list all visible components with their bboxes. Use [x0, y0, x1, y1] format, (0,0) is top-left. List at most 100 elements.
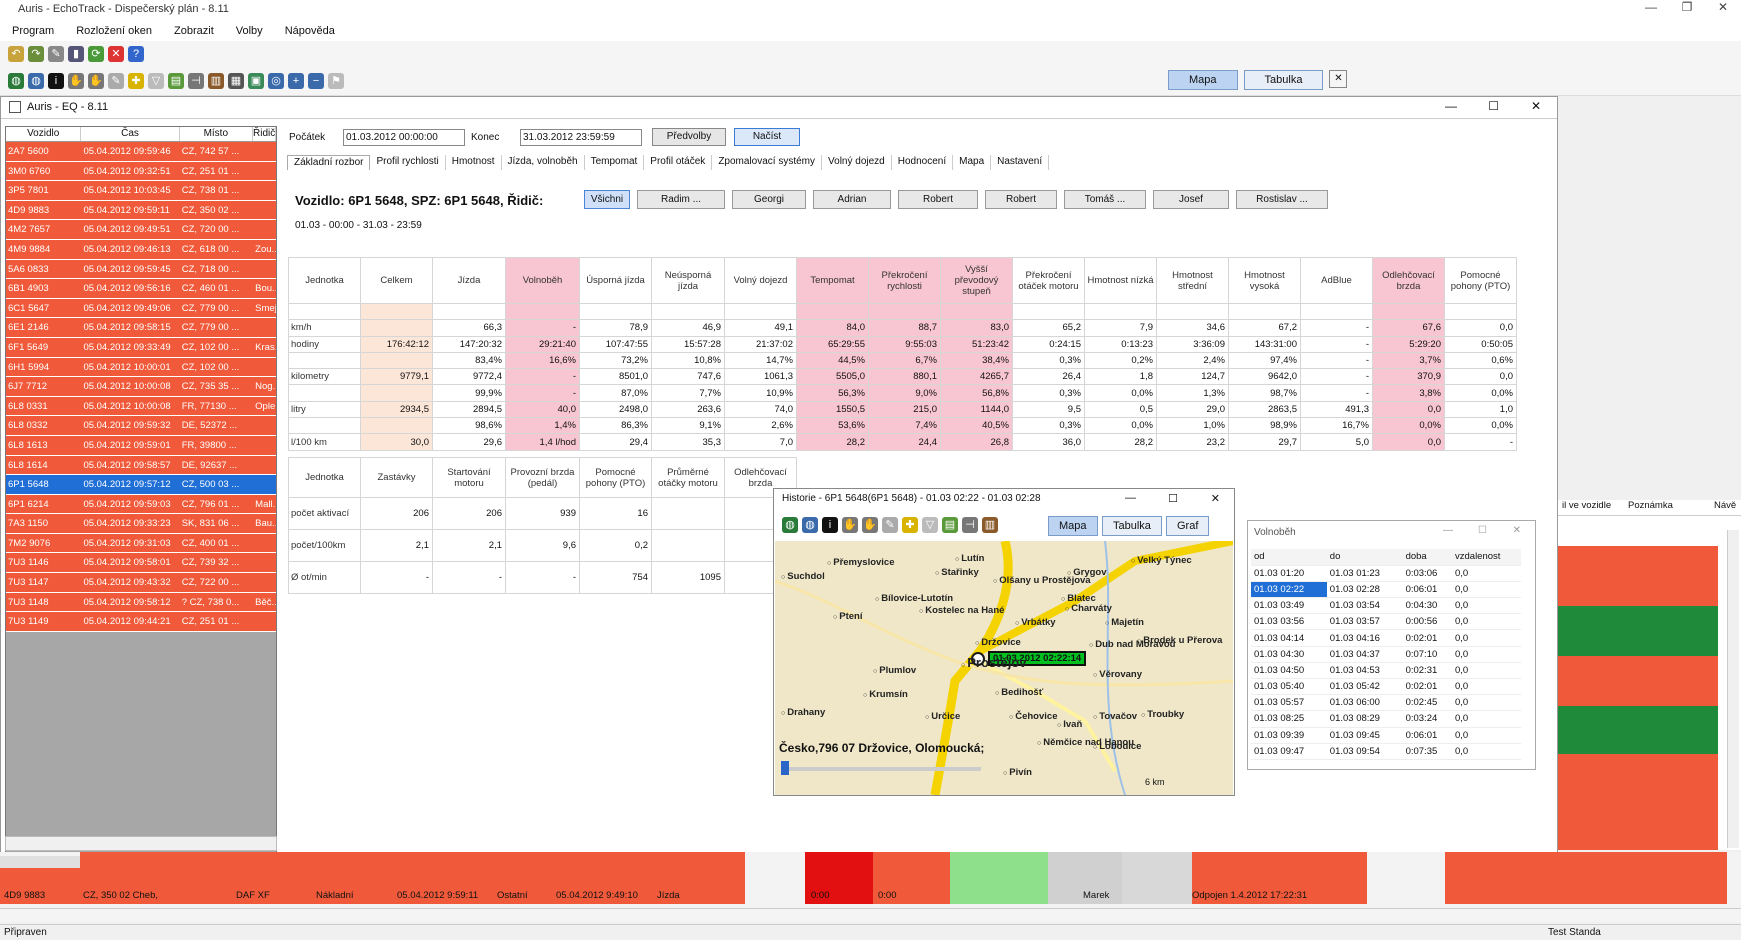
- inner-minimize-icon[interactable]: —: [1445, 99, 1457, 113]
- tab-analysis[interactable]: Základní rozbor: [287, 155, 371, 170]
- table-row[interactable]: 7U3 1146 05.04.2012 09:58:01 CZ, 739 32 ..…: [6, 553, 276, 574]
- idle-row[interactable]: 01.03 08:25 01.03 08:29 0:03:24 0,0: [1251, 710, 1521, 728]
- table-row[interactable]: 4D9 9883 05.04.2012 09:59:11 CZ, 350 02 ..…: [6, 200, 276, 221]
- table-row[interactable]: 6L8 1614 05.04.2012 09:58:57 DE, 92637 ...: [6, 455, 276, 476]
- idle-row[interactable]: 01.03 09:47 01.03 09:54 0:07:35 0,0: [1251, 743, 1521, 760]
- driver-button[interactable]: Robert: [898, 190, 978, 209]
- table-row[interactable]: 7A3 1150 05.04.2012 09:33:23 SK, 831 06 ..…: [6, 514, 276, 534]
- tab-analysis[interactable]: Zpomalovací systémy: [712, 155, 823, 170]
- hand-icon[interactable]: ✋: [68, 72, 84, 89]
- idle-row[interactable]: 01.03 05:57 01.03 06:00 0:02:45 0,0: [1251, 694, 1521, 712]
- inner-close-icon[interactable]: ✕: [1531, 99, 1541, 113]
- info-icon[interactable]: i: [822, 517, 838, 533]
- history-tab-graph[interactable]: Graf: [1166, 516, 1210, 536]
- history-tab-map[interactable]: Mapa: [1048, 516, 1098, 536]
- tab-analysis[interactable]: Volný dojezd: [822, 155, 892, 170]
- layer-icon[interactable]: ▤: [168, 72, 184, 89]
- filter-icon[interactable]: ▽: [922, 517, 938, 533]
- presets-button[interactable]: Předvolby: [652, 128, 726, 146]
- table-row[interactable]: 7U3 1147 05.04.2012 09:43:32 CZ, 722 00 ..…: [6, 573, 276, 593]
- load-button[interactable]: Načíst: [734, 128, 800, 146]
- forward-icon[interactable]: ↷: [28, 45, 44, 62]
- table-row[interactable]: 7U3 1149 05.04.2012 09:44:21 CZ, 251 01 ..…: [6, 612, 276, 632]
- pencil-icon[interactable]: ✎: [882, 517, 898, 533]
- info-icon[interactable]: i: [48, 72, 64, 89]
- col-driver[interactable]: Řidič: [253, 127, 276, 141]
- driver-button[interactable]: Adrian: [813, 190, 891, 209]
- tab-analysis[interactable]: Profil otáček: [644, 155, 713, 170]
- measure-icon[interactable]: ⊣: [188, 72, 204, 89]
- tab-analysis[interactable]: Nastavení: [991, 155, 1050, 170]
- zoom-in-icon[interactable]: +: [288, 72, 304, 89]
- table-row[interactable]: 6C1 5647 05.04.2012 09:49:06 CZ, 779 00 ..…: [6, 298, 276, 319]
- filter-icon[interactable]: ▽: [148, 72, 164, 89]
- table-row[interactable]: 7M2 9076 05.04.2012 09:31:03 CZ, 400 01 ..…: [6, 533, 276, 554]
- table-row[interactable]: 6E1 2146 05.04.2012 09:58:15 CZ, 779 00 ..…: [6, 318, 276, 338]
- menu-options[interactable]: Volby: [236, 25, 263, 37]
- table-row[interactable]: 6P1 6214 05.04.2012 09:59:03 CZ, 796 01 ..…: [6, 494, 276, 515]
- col-trailer[interactable]: Návě: [1710, 500, 1740, 515]
- measure-icon[interactable]: ⊣: [962, 517, 978, 533]
- target-icon[interactable]: ◎: [268, 72, 284, 89]
- time-slider[interactable]: [781, 767, 981, 771]
- col-in-vehicle[interactable]: il ve vozidle: [1558, 500, 1624, 515]
- map-view[interactable]: 01.03.2012 02:22:14 PřemysloviceLutínVel…: [775, 541, 1233, 795]
- end-date-input[interactable]: 31.03.2012 23:59:59: [520, 129, 642, 146]
- col-place[interactable]: Místo: [180, 127, 253, 141]
- tab-analysis[interactable]: Hodnocení: [892, 155, 954, 170]
- hand-icon[interactable]: ✋: [842, 517, 858, 533]
- driver-button[interactable]: Tomáš ...: [1064, 190, 1146, 209]
- chart-icon[interactable]: ▥: [208, 72, 224, 89]
- help-icon[interactable]: ?: [128, 45, 144, 62]
- col-note[interactable]: Poznámka: [1624, 500, 1710, 515]
- zoom-out-icon[interactable]: −: [308, 72, 324, 89]
- table-row[interactable]: 6F1 5649 05.04.2012 09:33:49 CZ, 102 00 ..…: [6, 337, 276, 358]
- idle-header[interactable]: doba: [1402, 549, 1452, 566]
- table-row[interactable]: 4M2 7657 05.04.2012 09:49:51 CZ, 720 00 ..…: [6, 220, 276, 240]
- table-row[interactable]: 7U3 1148 05.04.2012 09:58:12 ? CZ, 738 0..…: [6, 592, 276, 613]
- idle-row[interactable]: 01.03 05:40 01.03 05:42 0:02:01 0,0: [1251, 678, 1521, 696]
- menu-layout[interactable]: Rozložení oken: [76, 25, 152, 37]
- driver-button[interactable]: Všichni: [584, 190, 630, 209]
- pin-icon[interactable]: ⚑: [328, 72, 344, 89]
- idle-close-icon[interactable]: ✕: [1513, 525, 1521, 536]
- table-row[interactable]: 6L8 0332 05.04.2012 09:59:32 DE, 52372 ...: [6, 416, 276, 436]
- idle-row[interactable]: 01.03 04:30 01.03 04:37 0:07:10 0,0: [1251, 646, 1521, 663]
- driver-button[interactable]: Georgi: [732, 190, 806, 209]
- idle-header[interactable]: vzdalenost: [1452, 549, 1521, 566]
- idle-header[interactable]: od: [1251, 549, 1327, 566]
- zoom-hand-icon[interactable]: ✋: [88, 72, 104, 89]
- zoom-hand-icon[interactable]: ✋: [862, 517, 878, 533]
- table-row[interactable]: 2A7 5600 05.04.2012 09:59:46 CZ, 742 57 ..…: [6, 142, 276, 162]
- layer-icon[interactable]: ▤: [942, 517, 958, 533]
- idle-minimize-icon[interactable]: —: [1443, 525, 1453, 536]
- tab-analysis[interactable]: Tempomat: [585, 155, 645, 170]
- start-date-input[interactable]: 01.03.2012 00:00:00: [343, 129, 465, 146]
- driver-button[interactable]: Radim ...: [637, 190, 725, 209]
- driver-button[interactable]: Josef: [1153, 190, 1229, 209]
- menu-program[interactable]: Program: [12, 25, 54, 37]
- driver-button[interactable]: Rostislav ...: [1236, 190, 1328, 209]
- driver-button[interactable]: Robert: [985, 190, 1057, 209]
- menu-view[interactable]: Zobrazit: [174, 25, 214, 37]
- history-maximize-icon[interactable]: ☐: [1168, 492, 1178, 505]
- chart-icon[interactable]: ▥: [982, 517, 998, 533]
- idle-row[interactable]: 01.03 04:14 01.03 04:16 0:02:01 0,0: [1251, 629, 1521, 647]
- globe2-icon[interactable]: ◍: [28, 72, 44, 89]
- table-row[interactable]: 3M0 6760 05.04.2012 09:32:51 CZ, 251 01 ..…: [6, 161, 276, 182]
- device-icon[interactable]: ▮: [68, 45, 84, 62]
- table-row[interactable]: 6J7 7712 05.04.2012 10:00:08 CZ, 735 35 ..…: [6, 377, 276, 397]
- idle-header[interactable]: do: [1326, 549, 1403, 566]
- stop-icon[interactable]: ✕: [108, 45, 124, 62]
- col-time[interactable]: Čas: [81, 127, 180, 141]
- bottom-scrollbar[interactable]: [0, 908, 1741, 922]
- table-row[interactable]: 4M9 9884 05.04.2012 09:46:13 CZ, 618 00 ..…: [6, 239, 276, 260]
- table-row[interactable]: 6H1 5994 05.04.2012 10:00:01 CZ, 102 00 ..…: [6, 357, 276, 378]
- tab-analysis[interactable]: Hmotnost: [446, 155, 502, 170]
- col-vehicle[interactable]: Vozidlo: [6, 127, 82, 141]
- time-slider-thumb[interactable]: [781, 761, 789, 775]
- right-scrollbar[interactable]: [1727, 530, 1739, 848]
- tab-analysis[interactable]: Mapa: [953, 155, 992, 170]
- idle-row[interactable]: 01.03 02:22 01.03 02:28 0:06:01 0,0: [1251, 581, 1521, 599]
- cross-icon[interactable]: ✚: [128, 72, 144, 89]
